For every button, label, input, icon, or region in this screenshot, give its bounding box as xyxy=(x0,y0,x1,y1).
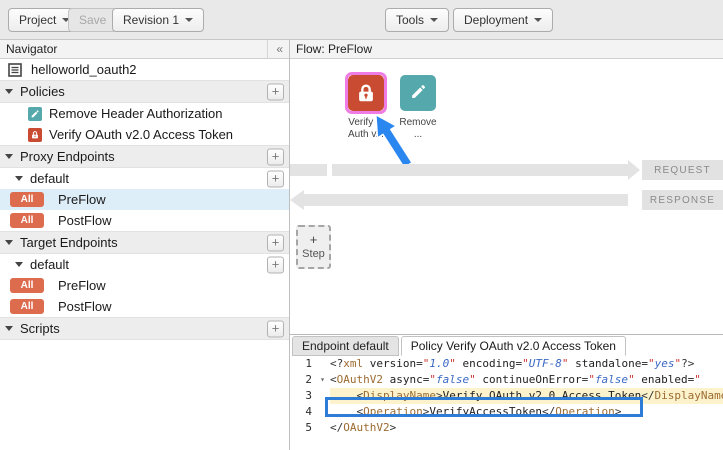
add-proxy-endpoint-button[interactable]: + xyxy=(267,148,284,165)
flow-label: PreFlow xyxy=(58,192,106,207)
nav-section-proxy-endpoints[interactable]: Proxy Endpoints + xyxy=(0,145,289,168)
disclosure-triangle-icon xyxy=(15,262,23,267)
code-line: 2▾<OAuthV2 async="false" continueOnError… xyxy=(290,372,723,388)
lock-icon xyxy=(348,75,384,111)
all-badge: All xyxy=(10,192,44,207)
flow-canvas: Verify O Auth v... Remove ... REQUEST xyxy=(290,59,723,335)
code-line: 3 <DisplayName>Verify OAuth v2.0 Access … xyxy=(290,388,723,404)
plus-icon: + xyxy=(310,234,318,246)
code-line: 5</OAuthV2> xyxy=(290,420,723,436)
flow-title: Flow: PreFlow xyxy=(296,42,372,56)
tools-button-label: Tools xyxy=(396,13,424,27)
all-badge: All xyxy=(10,299,44,314)
add-flow-button[interactable]: + xyxy=(267,170,284,187)
caret-down-icon xyxy=(430,18,438,22)
disclosure-triangle-icon xyxy=(5,240,13,245)
endpoint-default-label: default xyxy=(30,257,69,272)
bundle-label: helloworld_oauth2 xyxy=(31,62,137,77)
deployment-button[interactable]: Deployment xyxy=(453,8,553,32)
pencil-icon xyxy=(408,82,428,105)
all-badge: All xyxy=(10,213,44,228)
add-script-button[interactable]: + xyxy=(267,320,284,337)
policy-item-label: Remove Header Authorization xyxy=(49,106,222,121)
caret-down-icon xyxy=(185,18,193,22)
collapse-panel-icon[interactable]: « xyxy=(267,40,283,58)
bundle-list-icon xyxy=(8,63,22,77)
code-line: 4 <Operation>VerifyAccessToken</Operatio… xyxy=(290,404,723,420)
add-policy-button[interactable]: + xyxy=(267,83,284,100)
policies-header-label: Policies xyxy=(20,84,65,99)
flow-label: PreFlow xyxy=(58,278,106,293)
project-button-label: Project xyxy=(19,13,56,27)
nav-item-target-default[interactable]: default + xyxy=(0,254,289,275)
tools-button[interactable]: Tools xyxy=(385,8,449,32)
tab-policy-verify-oauth[interactable]: Policy Verify OAuth v2.0 Access Token xyxy=(401,336,626,356)
proxy-endpoints-header-label: Proxy Endpoints xyxy=(20,149,115,164)
line-number: 4 xyxy=(290,404,330,420)
annotation-arrow-icon xyxy=(368,111,413,169)
line-number: 3 xyxy=(290,388,330,404)
response-label: RESPONSE xyxy=(642,190,723,210)
add-step-label: Step xyxy=(302,248,325,260)
tab-endpoint-default[interactable]: Endpoint default xyxy=(292,336,399,356)
all-badge: All xyxy=(10,278,44,293)
disclosure-triangle-icon xyxy=(5,154,13,159)
nav-item-verify-oauth-policy[interactable]: Verify OAuth v2.0 Access Token xyxy=(0,124,289,145)
request-bar xyxy=(332,164,628,176)
policy-node-remove-header[interactable] xyxy=(400,75,436,111)
disclosure-triangle-icon xyxy=(5,326,13,331)
nav-item-target-postflow[interactable]: All PostFlow xyxy=(0,296,289,317)
lock-icon xyxy=(28,128,42,142)
editor-tab-bar: Endpoint default Policy Verify OAuth v2.… xyxy=(290,335,723,356)
flow-panel-header: Flow: PreFlow xyxy=(290,40,723,59)
code-editor[interactable]: 1<?xml version="1.0" encoding="UTF-8" st… xyxy=(290,356,723,450)
nav-item-proxy-postflow[interactable]: All PostFlow xyxy=(0,210,289,231)
request-bar-stub xyxy=(290,164,327,176)
nav-section-scripts[interactable]: Scripts + xyxy=(0,317,289,340)
caret-down-icon xyxy=(534,18,542,22)
policy-item-label: Verify OAuth v2.0 Access Token xyxy=(49,127,233,142)
scripts-header-label: Scripts xyxy=(20,321,60,336)
navigator-panel: Navigator « helloworld_oauth2 Policies +… xyxy=(0,40,290,450)
add-target-endpoint-button[interactable]: + xyxy=(267,234,284,251)
top-toolbar: Project Save Revision 1 Tools Deployment xyxy=(0,0,723,40)
line-number: 5 xyxy=(290,420,330,436)
nav-section-policies[interactable]: Policies + xyxy=(0,80,289,103)
navigator-header: Navigator « xyxy=(0,40,289,59)
revision-button-label: Revision 1 xyxy=(123,13,179,27)
navigator-title: Navigator xyxy=(6,42,57,56)
response-bar xyxy=(304,194,628,206)
flow-label: PostFlow xyxy=(58,213,111,228)
code-lines: 1<?xml version="1.0" encoding="UTF-8" st… xyxy=(290,356,723,436)
line-number: 1 xyxy=(290,356,330,372)
nav-item-proxy-default[interactable]: default + xyxy=(0,168,289,189)
target-endpoints-header-label: Target Endpoints xyxy=(20,235,118,250)
fold-toggle-icon[interactable]: ▾ xyxy=(320,372,325,388)
disclosure-triangle-icon xyxy=(15,176,23,181)
request-arrowhead-icon xyxy=(628,160,640,180)
editor-panel: Endpoint default Policy Verify OAuth v2.… xyxy=(290,335,723,450)
nav-section-target-endpoints[interactable]: Target Endpoints + xyxy=(0,231,289,254)
flow-label: PostFlow xyxy=(58,299,111,314)
response-arrowhead-icon xyxy=(290,190,304,210)
policy-node-verify-oauth[interactable] xyxy=(345,72,387,114)
nav-item-bundle[interactable]: helloworld_oauth2 xyxy=(0,59,289,80)
save-button-label: Save xyxy=(79,13,106,27)
code-line: 1<?xml version="1.0" encoding="UTF-8" st… xyxy=(290,356,723,372)
nav-item-remove-header-policy[interactable]: Remove Header Authorization xyxy=(0,103,289,124)
revision-button[interactable]: Revision 1 xyxy=(112,8,204,32)
nav-item-proxy-preflow[interactable]: All PreFlow xyxy=(0,189,289,210)
deployment-button-label: Deployment xyxy=(464,13,528,27)
add-step-button[interactable]: + Step xyxy=(296,225,331,269)
nav-item-target-preflow[interactable]: All PreFlow xyxy=(0,275,289,296)
line-number: 2▾ xyxy=(290,372,330,388)
save-button[interactable]: Save xyxy=(68,8,117,32)
request-label: REQUEST xyxy=(642,160,723,180)
endpoint-default-label: default xyxy=(30,171,69,186)
disclosure-triangle-icon xyxy=(5,89,13,94)
add-flow-button[interactable]: + xyxy=(267,256,284,273)
pencil-icon xyxy=(28,107,42,121)
